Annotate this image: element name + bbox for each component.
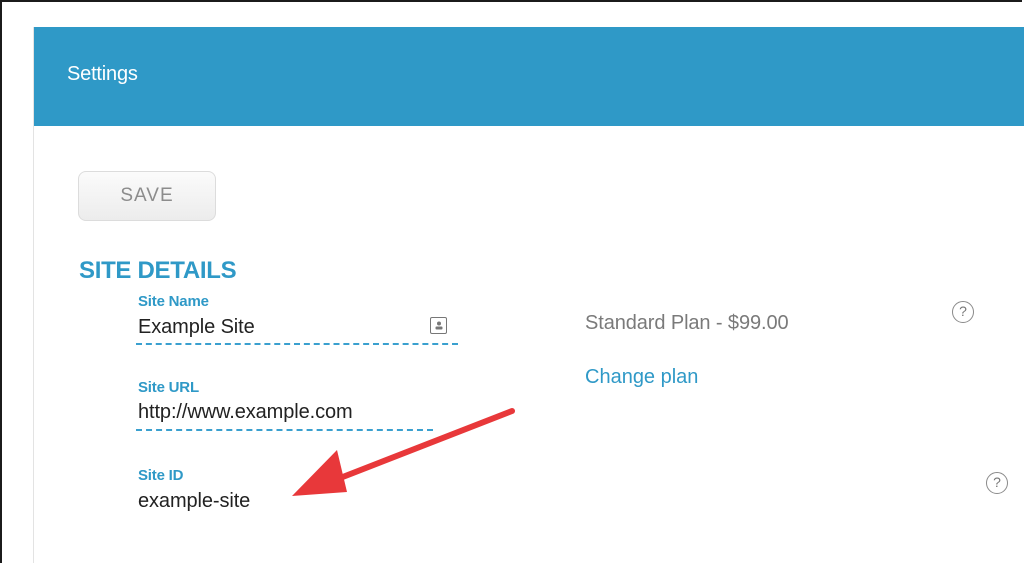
plan-help-icon[interactable]: ?	[952, 301, 974, 323]
site-id-help-icon[interactable]: ?	[986, 472, 1008, 494]
site-url-label: Site URL	[138, 379, 199, 396]
site-name-label: Site Name	[138, 293, 209, 310]
change-plan-link[interactable]: Change plan	[585, 366, 698, 389]
settings-header: Settings	[34, 27, 1024, 126]
site-details-heading: SITE DETAILS	[79, 257, 237, 284]
contact-card-glyph	[435, 321, 442, 330]
contact-card-icon[interactable]	[430, 317, 447, 334]
site-id-value: example-site	[138, 490, 251, 512]
settings-panel: Settings SAVE SITE DETAILS Site Name Exa…	[33, 27, 1024, 563]
site-url-underline	[136, 429, 433, 431]
save-button[interactable]: SAVE	[78, 171, 216, 221]
site-name-underline	[136, 343, 458, 345]
plan-description: Standard Plan - $99.00	[585, 312, 789, 334]
site-id-label: Site ID	[138, 467, 184, 484]
site-url-input[interactable]: http://www.example.com	[138, 401, 353, 424]
site-name-input[interactable]: Example Site	[138, 316, 255, 339]
page-title: Settings	[67, 63, 138, 85]
